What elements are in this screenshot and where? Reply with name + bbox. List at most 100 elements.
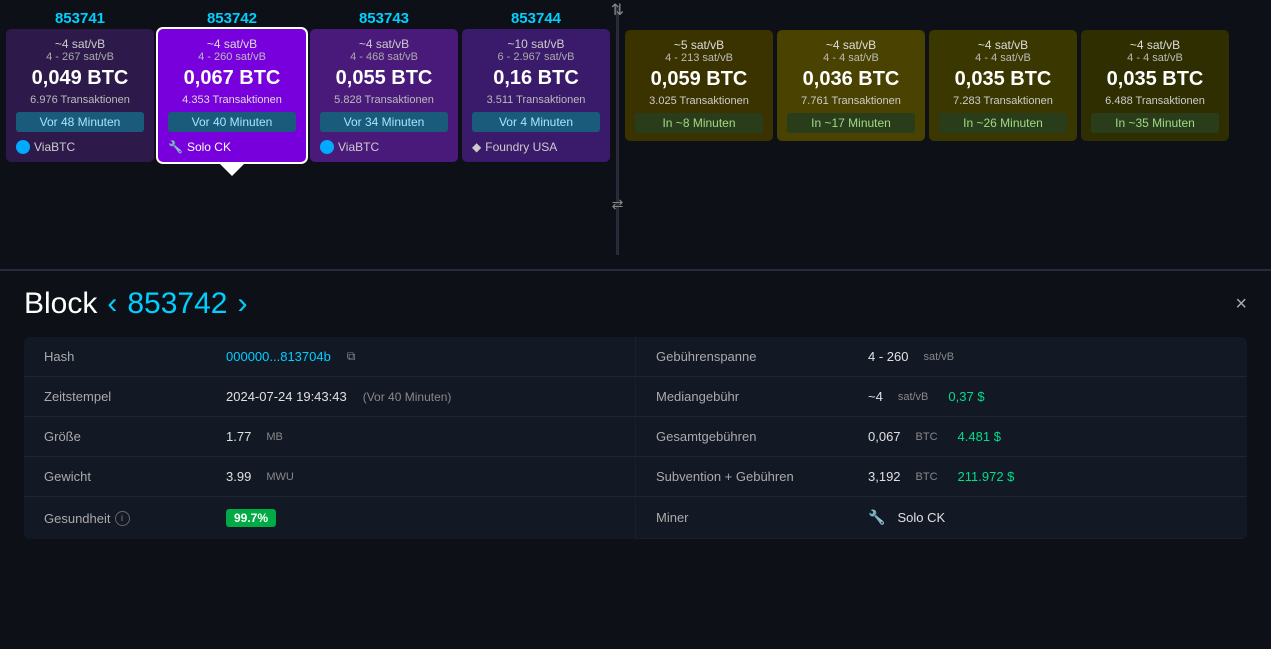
block-miner-row: 🔧 Solo CK [168,140,296,154]
block-card-853741[interactable]: 853741 ~4 sat/vB 4 - 267 sat/vB 0,049 BT… [6,6,154,162]
hash-value[interactable]: 000000...813704b [226,349,331,364]
block-tx: 6.976 Transaktionen [16,94,144,106]
block-miner-row: ViaBTC [16,140,144,154]
block-sat-range: 4 - 468 sat/vB [320,51,448,63]
timestamp-label: Zeitstempel [44,389,214,404]
fee-range-value: 4 - 260 [868,349,908,364]
nav-prev-button[interactable]: ‹ [107,287,117,321]
median-fee-usd: 0,37 $ [948,389,984,404]
block-number: 853743 [359,6,409,29]
block-sat-primary: ~4 sat/vB [787,38,915,52]
miner-detail-icon: 🔧 [868,509,885,526]
block-card-pending-3[interactable]: ~4 sat/vB 4 - 4 sat/vB 0,035 BTC 7.283 T… [929,6,1077,141]
block-tx: 6.488 Transaktionen [1091,95,1219,107]
block-number: 853742 [207,6,257,29]
block-sat-primary: ~4 sat/vB [939,38,1067,52]
block-sat-range: 4 - 213 sat/vB [635,52,763,64]
block-sat-primary: ~5 sat/vB [635,38,763,52]
detail-row-subsidy: Subvention + Gebühren 3,192 BTC 211.972 … [636,457,1247,497]
subsidy-value: 3,192 [868,469,901,484]
subsidy-usd: 211.972 $ [958,469,1015,484]
block-sat-primary: ~4 sat/vB [320,37,448,51]
block-card-pending-4[interactable]: ~4 sat/vB 4 - 4 sat/vB 0,035 BTC 6.488 T… [1081,6,1229,141]
detail-grid: Hash 000000...813704b ⧉ Zeitstempel 2024… [24,337,1247,539]
detail-row-fee-range: Gebührenspanne 4 - 260 sat/vB [636,337,1247,377]
copy-icon[interactable]: ⧉ [347,349,356,364]
block-card-853743[interactable]: 853743 ~4 sat/vB 4 - 468 sat/vB 0,055 BT… [310,6,458,162]
block-number: 853744 [511,6,561,29]
selected-triangle [218,162,246,176]
foundry-icon: ◆ [472,140,481,154]
block-time: In ~26 Minuten [939,113,1067,133]
detail-row-health: Gesundheit i 99.7% [24,497,635,539]
miner-detail-label: Miner [656,510,856,525]
info-icon[interactable]: i [115,511,130,526]
block-btc: 0,036 BTC [787,68,915,91]
miner-label: Solo CK [187,140,231,154]
confirmed-blocks: 853741 ~4 sat/vB 4 - 267 sat/vB 0,049 BT… [6,6,610,162]
block-time: Vor 4 Minuten [472,112,600,132]
block-card-853744[interactable]: 853744 ~10 sat/vB 6 - 2.967 sat/vB 0,16 … [462,6,610,162]
median-fee-label: Mediangebühr [656,389,856,404]
nav-next-button[interactable]: › [237,287,247,321]
hash-label: Hash [44,349,214,364]
close-button[interactable]: × [1235,293,1247,316]
block-card-pending-2[interactable]: ~4 sat/vB 4 - 4 sat/vB 0,036 BTC 7.761 T… [777,6,925,141]
block-title-label: Block [24,287,97,321]
block-btc: 0,059 BTC [635,68,763,91]
block-sat-range: 4 - 4 sat/vB [787,52,915,64]
block-tx: 3.025 Transaktionen [635,95,763,107]
block-btc: 0,055 BTC [320,67,448,90]
detail-right-col: Gebührenspanne 4 - 260 sat/vB Mediangebü… [636,337,1247,539]
weight-value: 3.99 [226,469,251,484]
weight-unit: MWU [266,471,294,483]
median-fee-value: ~4 [868,389,883,404]
block-time: Vor 40 Minuten [168,112,296,132]
viabtc2-icon [320,140,334,154]
size-label: Größe [44,429,214,444]
block-tx: 5.828 Transaktionen [320,94,448,106]
block-sat-primary: ~4 sat/vB [16,37,144,51]
block-btc: 0,049 BTC [16,67,144,90]
detail-row-timestamp: Zeitstempel 2024-07-24 19:43:43 (Vor 40 … [24,377,635,417]
block-sat-primary: ~4 sat/vB [1091,38,1219,52]
subsidy-label: Subvention + Gebühren [656,469,856,484]
miner-label: ViaBTC [338,140,379,154]
subsidy-unit: BTC [916,471,938,483]
block-tx: 7.283 Transaktionen [939,95,1067,107]
timestamp-sub: (Vor 40 Minuten) [363,390,452,404]
block-card-pending-1[interactable]: ~5 sat/vB 4 - 213 sat/vB 0,059 BTC 3.025… [625,6,773,141]
block-miner-row: ViaBTC [320,140,448,154]
block-sat-range: 6 - 2.967 sat/vB [472,51,600,63]
block-btc: 0,035 BTC [1091,68,1219,91]
miner-label: ViaBTC [34,140,75,154]
sep-arrow-down: ⇄ [612,196,624,213]
size-unit: MB [266,431,283,443]
block-miner-row: ◆ Foundry USA [472,140,600,154]
block-time: In ~17 Minuten [787,113,915,133]
detail-left-col: Hash 000000...813704b ⧉ Zeitstempel 2024… [24,337,635,539]
miner-label: Foundry USA [485,140,557,154]
vertical-separator: ⇅ ⇄ [616,6,619,255]
block-btc: 0,067 BTC [168,67,296,90]
block-sat-range: 4 - 260 sat/vB [168,51,296,63]
detail-row-hash: Hash 000000...813704b ⧉ [24,337,635,377]
block-tx: 3.511 Transaktionen [472,94,600,106]
total-fees-usd: 4.481 $ [958,429,1001,444]
block-sat-range: 4 - 267 sat/vB [16,51,144,63]
app-container: 853741 ~4 sat/vB 4 - 267 sat/vB 0,049 BT… [0,0,1271,549]
pending-blocks: ~5 sat/vB 4 - 213 sat/vB 0,059 BTC 3.025… [625,6,1265,141]
block-btc: 0,16 BTC [472,67,600,90]
total-fees-unit: BTC [916,431,938,443]
health-badge: 99.7% [226,509,276,527]
block-tx: 4.353 Transaktionen [168,94,296,106]
weight-label: Gewicht [44,469,214,484]
block-btc: 0,035 BTC [939,68,1067,91]
detail-row-weight: Gewicht 3.99 MWU [24,457,635,497]
block-card-853742[interactable]: 853742 ~4 sat/vB 4 - 260 sat/vB 0,067 BT… [158,6,306,162]
median-fee-unit: sat/vB [898,391,929,403]
block-time: Vor 48 Minuten [16,112,144,132]
total-fees-label: Gesamtgebühren [656,429,856,444]
block-time: In ~35 Minuten [1091,113,1219,133]
solo-ck-icon: 🔧 [168,140,183,154]
